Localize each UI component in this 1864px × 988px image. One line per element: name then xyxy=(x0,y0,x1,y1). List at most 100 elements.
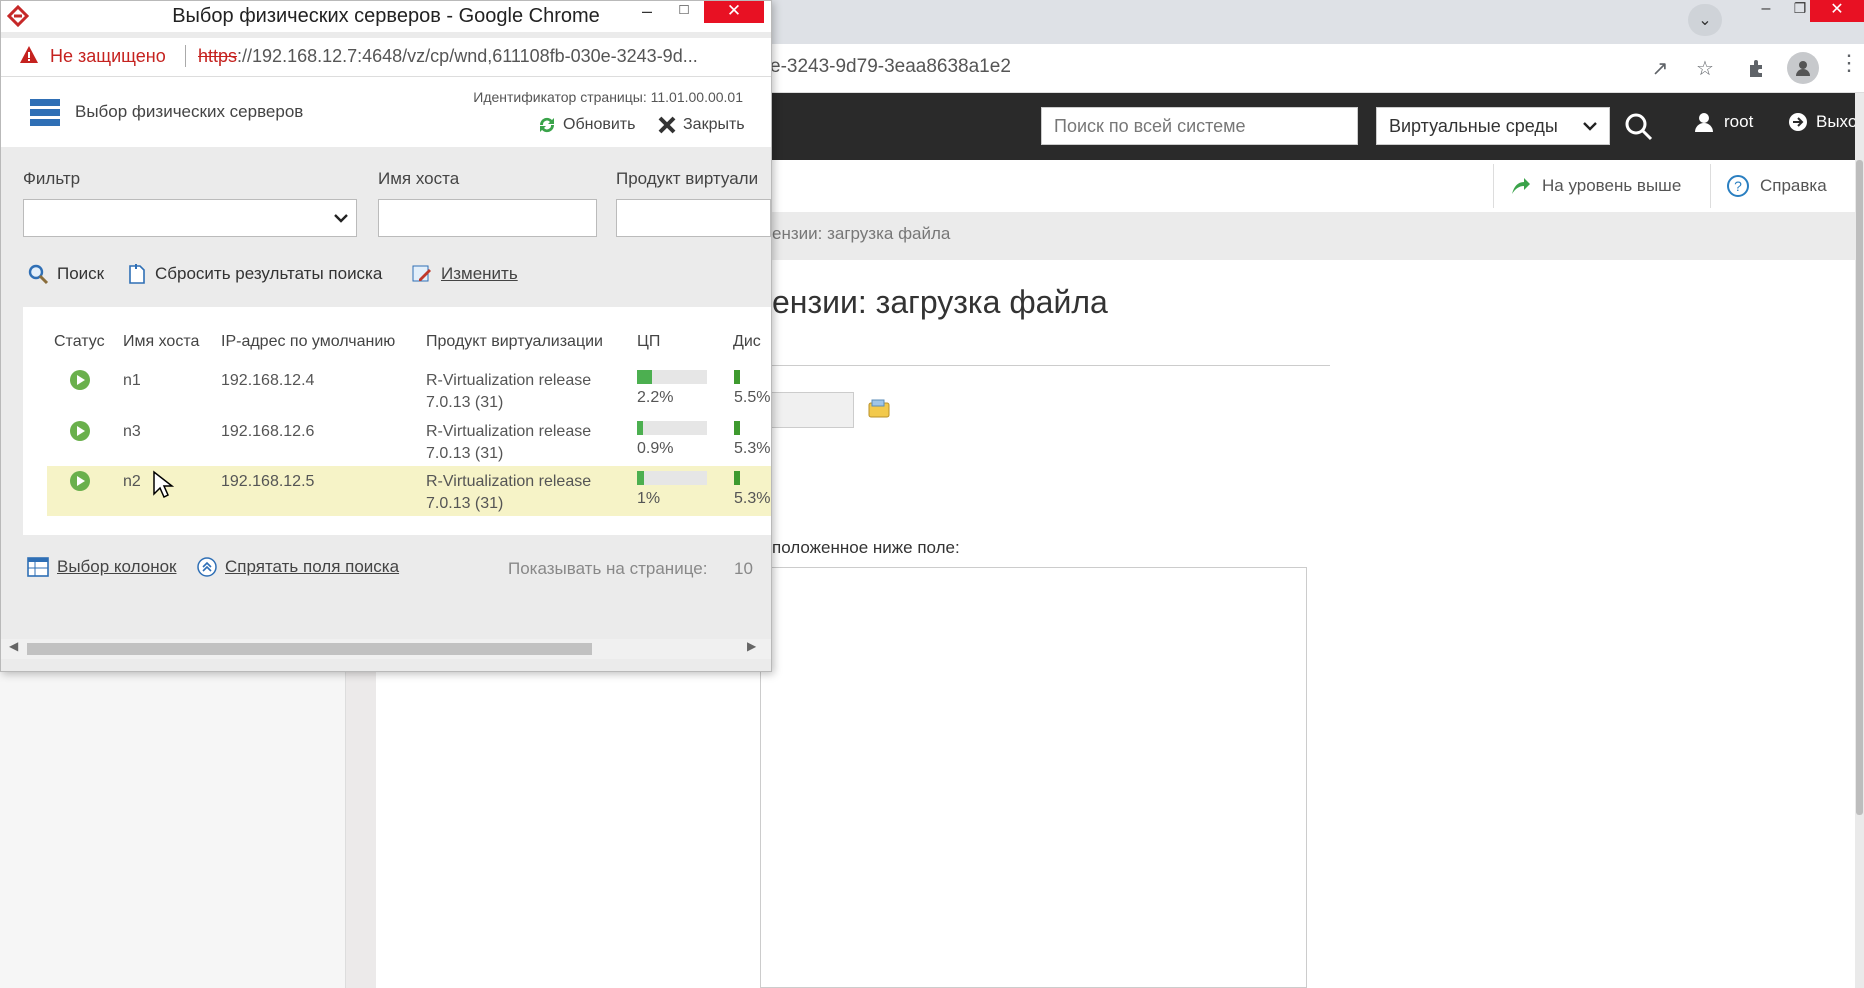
chevron-down-icon xyxy=(1583,122,1597,131)
popup-scrollbar-thumb[interactable] xyxy=(27,643,592,655)
per-page-value[interactable]: 10 xyxy=(734,559,753,579)
product-filter-input[interactable] xyxy=(616,199,771,237)
column-header-cpu[interactable]: ЦП xyxy=(637,333,660,351)
refresh-label: Обновить xyxy=(563,116,636,133)
extensions-puzzle-icon[interactable] xyxy=(1743,54,1771,82)
user-menu[interactable]: root xyxy=(1694,112,1753,132)
hostname-cell: n1 xyxy=(123,372,141,389)
global-search-input[interactable] xyxy=(1041,107,1358,145)
cpu-usage-fill xyxy=(637,421,643,435)
address-divider xyxy=(185,45,186,67)
cpu-cell: 0.9% xyxy=(637,440,674,457)
product-version-cell: 7.0.13 (31) xyxy=(426,394,504,411)
cpu-usage-bar xyxy=(637,370,707,384)
popup-minimize-icon[interactable]: – xyxy=(637,1,657,22)
ip-cell: 192.168.12.6 xyxy=(221,423,315,440)
scroll-left-arrow-icon[interactable]: ◀ xyxy=(9,639,18,653)
server-list-icon xyxy=(30,99,60,126)
hide-search-fields-button[interactable]: Спрятать поля поиска xyxy=(197,557,399,577)
ip-cell: 192.168.12.4 xyxy=(221,372,315,389)
column-header-disk[interactable]: Дис xyxy=(733,333,761,351)
browser-menu-icon[interactable]: ⋮ xyxy=(1838,50,1860,76)
ip-cell: 192.168.12.5 xyxy=(221,473,315,490)
cpu-usage-bar xyxy=(637,421,707,435)
share-icon[interactable]: ↗ xyxy=(1646,54,1674,82)
page-title: ензии: загрузка файла xyxy=(772,284,1108,320)
up-level-button[interactable]: На уровень выше xyxy=(1508,160,1681,212)
close-label: Закрыть xyxy=(683,116,745,133)
user-name: root xyxy=(1724,112,1754,131)
help-icon: ? xyxy=(1727,175,1749,197)
license-text-area[interactable] xyxy=(760,567,1307,988)
help-label: Справка xyxy=(1760,176,1827,195)
reset-search-button[interactable]: Сбросить результаты поиска xyxy=(127,263,382,285)
chevron-down-icon xyxy=(334,214,348,223)
product-cell: R-Virtualization release xyxy=(426,473,592,490)
running-status-icon xyxy=(70,471,90,491)
refresh-icon xyxy=(539,117,555,133)
disk-cell: 5.5% xyxy=(734,389,771,406)
browse-file-icon[interactable] xyxy=(866,396,892,422)
collapse-up-icon xyxy=(197,557,217,577)
disk-usage-bar xyxy=(734,421,740,435)
logout-button[interactable]: Выход xyxy=(1788,112,1864,132)
hostname-cell: n3 xyxy=(123,423,141,440)
cpu-usage-fill xyxy=(637,471,644,485)
security-warning[interactable]: Не защищено xyxy=(50,46,166,67)
running-status-icon xyxy=(70,421,90,441)
disk-usage-bar xyxy=(734,370,740,384)
address-url[interactable]: e-3243-9d79-3eaa8638a1e2 xyxy=(770,56,1011,78)
disk-usage-bar xyxy=(734,471,740,485)
bookmark-star-icon[interactable]: ☆ xyxy=(1691,54,1719,82)
column-header-hostname[interactable]: Имя хоста xyxy=(123,333,199,351)
magnifier-icon xyxy=(28,264,49,285)
popup-maximize-icon[interactable]: □ xyxy=(674,1,694,18)
up-level-label: На уровень выше xyxy=(1542,176,1682,195)
filter-label: Фильтр xyxy=(23,169,81,188)
cpu-cell: 2.2% xyxy=(637,389,674,406)
environment-select[interactable]: Виртуальные среды xyxy=(1376,107,1610,145)
svg-text:?: ? xyxy=(1734,178,1742,194)
cpu-cell: 1% xyxy=(637,490,661,507)
hostname-filter-label: Имя хоста xyxy=(378,169,460,188)
tab-search-chevron-icon[interactable]: ⌄ xyxy=(1688,4,1722,36)
scroll-right-arrow-icon[interactable]: ▶ xyxy=(747,639,756,653)
choose-columns-label: Выбор колонок xyxy=(57,557,177,576)
product-cell: R-Virtualization release xyxy=(426,372,592,389)
disk-cell: 5.3% xyxy=(734,490,771,507)
up-level-icon xyxy=(1512,178,1530,194)
url-rest: ://192.168.12.7:4648/vz/cp/wnd,611108fb-… xyxy=(237,46,698,66)
window-close-button[interactable]: ✕ xyxy=(1810,0,1864,22)
running-status-icon xyxy=(70,370,90,390)
license-text-label: положенное ниже поле: xyxy=(772,538,960,557)
column-header-ip[interactable]: IP-адрес по умолчанию xyxy=(221,333,395,351)
hide-search-fields-label: Спрятать поля поиска xyxy=(225,557,400,576)
edit-icon xyxy=(412,265,431,282)
edit-button[interactable]: Изменить xyxy=(411,263,518,285)
logout-icon xyxy=(1789,113,1807,131)
help-button[interactable]: ? Справка xyxy=(1726,160,1827,212)
toolbar-divider xyxy=(1493,164,1494,208)
profile-avatar[interactable] xyxy=(1787,52,1819,84)
toolbar-divider xyxy=(1710,164,1711,208)
refresh-button[interactable]: Обновить xyxy=(537,115,635,135)
popup-close-button[interactable]: ✕ xyxy=(704,1,764,23)
hostname-filter-input[interactable] xyxy=(378,199,597,237)
product-version-cell: 7.0.13 (31) xyxy=(426,495,504,512)
column-header-product[interactable]: Продукт виртуализации xyxy=(426,333,603,351)
environment-select-value: Виртуальные среды xyxy=(1389,115,1558,136)
search-icon[interactable] xyxy=(1624,112,1654,142)
columns-icon xyxy=(27,557,49,577)
disk-cell: 5.3% xyxy=(734,440,771,457)
filter-select[interactable] xyxy=(23,199,357,237)
close-button[interactable]: Закрыть xyxy=(657,115,745,135)
user-icon xyxy=(1695,113,1713,132)
cpu-usage-fill xyxy=(637,370,652,384)
page-scrollbar-thumb[interactable] xyxy=(1856,160,1863,815)
popup-url[interactable]: https://192.168.12.7:4648/vz/cp/wnd,6111… xyxy=(198,46,743,67)
choose-columns-button[interactable]: Выбор колонок xyxy=(27,557,176,577)
close-icon xyxy=(658,116,676,134)
search-button[interactable]: Поиск xyxy=(27,263,104,285)
file-path-input[interactable] xyxy=(760,392,854,428)
column-header-status[interactable]: Статус xyxy=(54,333,105,351)
